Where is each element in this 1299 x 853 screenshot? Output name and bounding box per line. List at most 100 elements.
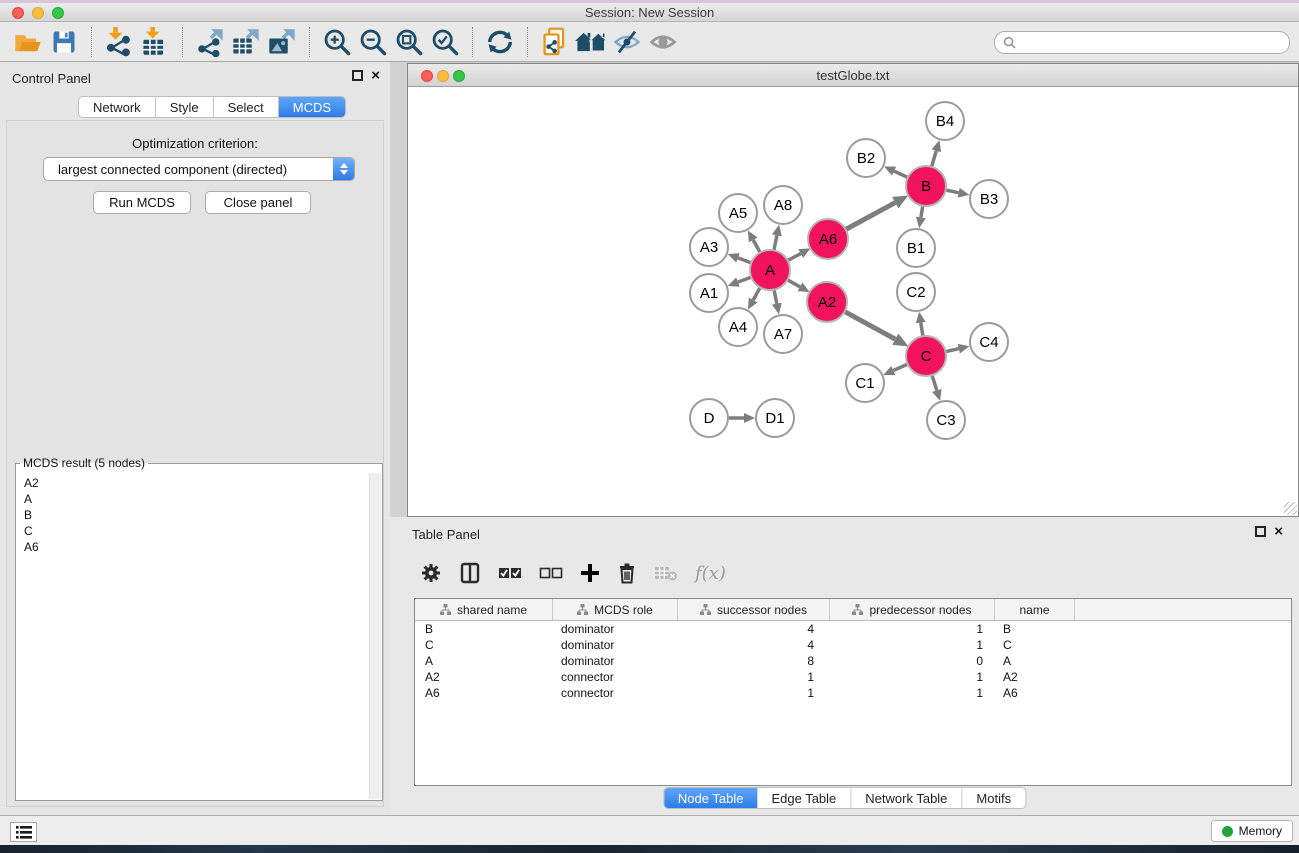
graph-edge[interactable] xyxy=(738,277,751,282)
column-header-predecessor-nodes[interactable]: predecessor nodes xyxy=(830,599,995,620)
graph-edge[interactable] xyxy=(946,190,959,193)
eye-icon xyxy=(648,28,678,56)
table-header: shared name MCDS role successor nodes pr… xyxy=(415,599,1291,621)
export-network-button[interactable] xyxy=(192,25,228,59)
window-resize-grip[interactable] xyxy=(1284,502,1297,515)
result-scrollbar[interactable] xyxy=(369,473,381,799)
import-network-button[interactable] xyxy=(101,25,137,59)
zoom-fit-button[interactable] xyxy=(391,25,427,59)
tab-style[interactable]: Style xyxy=(156,97,214,117)
import-table-icon xyxy=(140,27,170,57)
table-row[interactable]: A6connector11A6 xyxy=(415,685,1291,701)
close-panel-button[interactable]: Close panel xyxy=(205,191,311,214)
home-button[interactable] xyxy=(573,25,609,59)
graph-edge[interactable] xyxy=(932,375,937,390)
graph-edge[interactable] xyxy=(894,171,908,177)
window-titlebar: Session: New Session xyxy=(0,3,1299,22)
graph-node-label: A3 xyxy=(700,239,718,256)
show-columns-button[interactable] xyxy=(459,562,481,584)
table-row[interactable]: Bdominator41B xyxy=(415,621,1291,637)
create-column-button[interactable] xyxy=(580,563,600,583)
table-row[interactable]: A2connector11A2 xyxy=(415,669,1291,685)
graph-edge[interactable] xyxy=(921,323,923,337)
desktop-wallpaper xyxy=(0,845,1299,853)
tab-mcds[interactable]: MCDS xyxy=(279,97,345,117)
table-cell: B xyxy=(415,622,553,636)
network-canvas[interactable]: AA1A2A3A4A5A6A7A8BB1B2B3B4CC1C2C3C4DD1 xyxy=(408,87,1298,516)
result-list-item[interactable]: A xyxy=(24,491,368,507)
zoom-out-button[interactable] xyxy=(355,25,391,59)
graph-edge[interactable] xyxy=(753,240,760,253)
graph-edge[interactable] xyxy=(738,258,751,263)
import-network-icon xyxy=(104,27,134,57)
import-table-button[interactable] xyxy=(137,25,173,59)
graph-edge[interactable] xyxy=(787,280,800,287)
graph-edge[interactable] xyxy=(788,254,801,261)
select-all-button[interactable] xyxy=(498,565,522,581)
tab-node-table[interactable]: Node Table xyxy=(664,788,758,808)
column-header-name[interactable]: name xyxy=(995,599,1075,620)
table-cell: A6 xyxy=(415,686,553,700)
table-row[interactable]: Adominator80A xyxy=(415,653,1291,669)
show-all-button[interactable] xyxy=(645,25,681,59)
run-mcds-button[interactable]: Run MCDS xyxy=(93,191,191,214)
zoom-out-icon xyxy=(358,27,388,57)
table-cell: A6 xyxy=(995,686,1075,700)
close-table-panel-icon[interactable]: × xyxy=(1274,526,1283,537)
zoom-in-button[interactable] xyxy=(319,25,355,59)
column-label: MCDS role xyxy=(594,603,653,617)
graph-edge[interactable] xyxy=(774,235,777,250)
column-label: successor nodes xyxy=(717,603,807,617)
delete-table-button[interactable] xyxy=(654,564,678,582)
main-toolbar xyxy=(0,22,1299,62)
save-floppy-icon xyxy=(50,28,78,56)
save-session-button[interactable] xyxy=(46,25,82,59)
gear-icon xyxy=(420,562,442,584)
tab-edge-table[interactable]: Edge Table xyxy=(757,788,851,808)
result-list-item[interactable]: A2 xyxy=(24,475,368,491)
column-header-shared-name[interactable]: shared name xyxy=(415,599,553,620)
table-cell: connector xyxy=(553,686,678,700)
close-panel-icon[interactable]: × xyxy=(371,70,380,81)
tab-motifs[interactable]: Motifs xyxy=(962,788,1025,808)
result-list-item[interactable]: C xyxy=(24,523,368,539)
result-list-item[interactable]: B xyxy=(24,507,368,523)
float-table-panel-icon[interactable] xyxy=(1255,526,1266,537)
function-builder-button[interactable]: f(x) xyxy=(695,563,726,584)
task-history-button[interactable] xyxy=(10,822,37,842)
graph-edge[interactable] xyxy=(753,287,760,300)
search-text-field[interactable] xyxy=(1021,36,1289,50)
memory-button[interactable]: Memory xyxy=(1211,820,1293,842)
refresh-layout-button[interactable] xyxy=(482,25,518,59)
export-image-button[interactable] xyxy=(264,25,300,59)
column-header-filler xyxy=(1075,599,1291,620)
graph-edge[interactable] xyxy=(846,203,896,230)
tab-network[interactable]: Network xyxy=(79,97,156,117)
search-input[interactable] xyxy=(994,31,1290,54)
graph-edge[interactable] xyxy=(932,151,937,167)
tab-network-table[interactable]: Network Table xyxy=(851,788,962,808)
network-from-selection-button[interactable] xyxy=(537,25,573,59)
graph-edge[interactable] xyxy=(921,206,923,218)
table-row[interactable]: Cdominator41C xyxy=(415,637,1291,653)
graph-edge[interactable] xyxy=(893,364,907,370)
column-header-successor-nodes[interactable]: successor nodes xyxy=(678,599,830,620)
graph-edge[interactable] xyxy=(774,290,777,304)
delete-columns-button[interactable] xyxy=(617,562,637,584)
table-settings-button[interactable] xyxy=(420,562,442,584)
plus-icon xyxy=(580,563,600,583)
export-table-button[interactable] xyxy=(228,25,264,59)
graph-edge[interactable] xyxy=(845,312,896,340)
open-session-button[interactable] xyxy=(10,25,46,59)
attribute-icon xyxy=(440,604,451,615)
tab-select[interactable]: Select xyxy=(214,97,279,117)
graph-edge[interactable] xyxy=(946,349,959,352)
zoom-selected-button[interactable] xyxy=(427,25,463,59)
criterion-dropdown[interactable]: largest connected component (directed) xyxy=(43,157,355,181)
column-header-mcds-role[interactable]: MCDS role xyxy=(553,599,678,620)
network-window-titlebar[interactable]: testGlobe.txt xyxy=(408,64,1298,87)
float-panel-icon[interactable] xyxy=(352,70,363,81)
hide-selected-button[interactable] xyxy=(609,25,645,59)
result-list-item[interactable]: A6 xyxy=(24,539,368,555)
deselect-all-button[interactable] xyxy=(539,565,563,581)
